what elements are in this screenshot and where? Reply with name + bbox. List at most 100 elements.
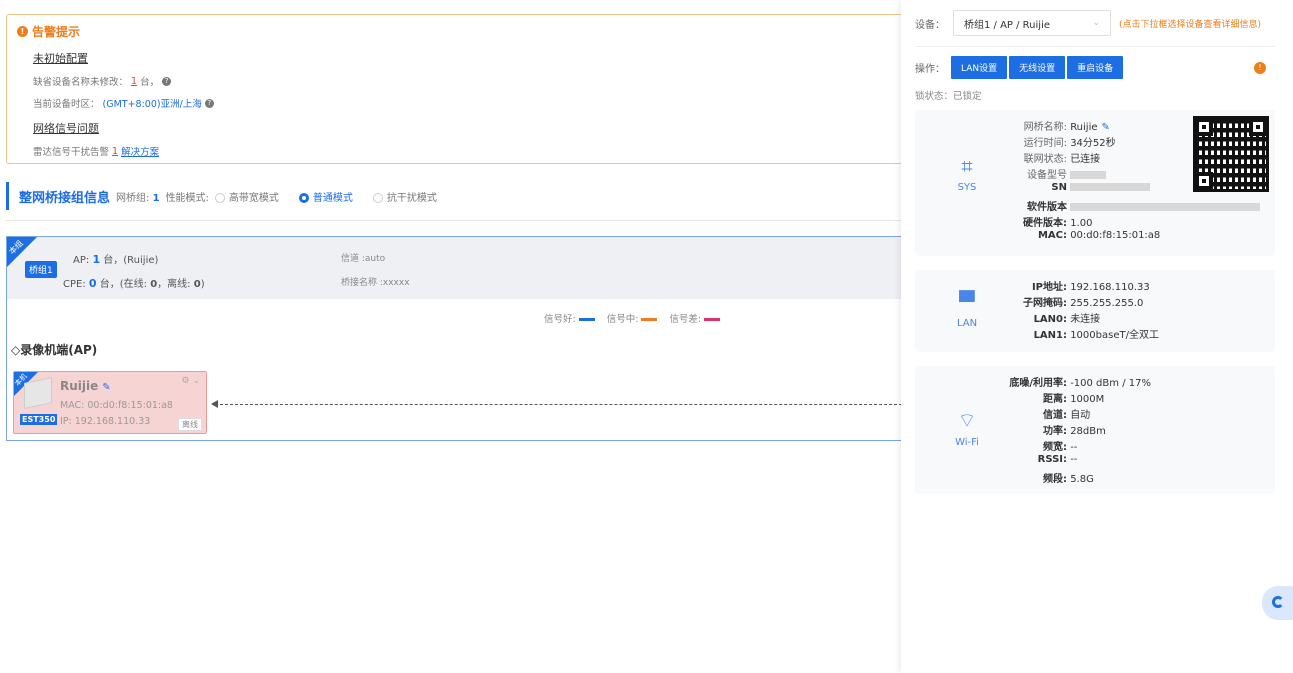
lan0-row: LAN0: 未连接 xyxy=(1033,314,1101,325)
noise-row: 底噪/利用率: -100 dBm / 17% xyxy=(1009,378,1151,389)
timezone-value: (GMT+8:00)亚洲/上海 xyxy=(102,99,202,110)
mode-radio-anti-interference[interactable]: 抗干扰模式 xyxy=(372,189,437,204)
ap-summary: AP: 1 台，(Ruijie) xyxy=(73,253,159,266)
uptime-row: 运行时间: 34分52秒 xyxy=(1023,138,1116,149)
device-model-badge: EST350 xyxy=(20,414,58,425)
legend-mid-swatch xyxy=(641,318,658,321)
device-label: 设备： xyxy=(915,19,945,31)
band-row: 频段: 5.8G xyxy=(1043,474,1094,485)
hardware-version-row: 硬件版本: 1.00 xyxy=(1023,218,1093,229)
operations-row: 操作： LAN设置 无线设置 重启设备 xyxy=(915,56,1124,79)
mode-label: 性能模式: xyxy=(165,192,209,204)
lan-port-icon: ▀ xyxy=(959,290,975,314)
reboot-device-button[interactable]: 重启设备 xyxy=(1067,56,1124,79)
warning-icon[interactable]: ! xyxy=(1254,62,1266,74)
redacted-value xyxy=(1070,183,1151,191)
ip-row: IP地址: 192.168.110.33 xyxy=(1031,282,1150,293)
divider xyxy=(6,220,926,221)
link-line xyxy=(215,404,927,405)
device-detail-panel: 设备： 桥组1 / AP / Ruijie ⌄ (点击下拉框选择设备查看详细信息… xyxy=(901,0,1293,673)
mode-radio-normal[interactable]: 普通模式 xyxy=(298,189,353,204)
wireless-settings-button[interactable]: 无线设置 xyxy=(1009,56,1066,79)
group-tag: 桥组1 xyxy=(25,261,57,278)
alert-title: ! 告警提示 xyxy=(17,23,915,40)
solution-link[interactable]: 解决方案 xyxy=(121,144,159,158)
warning-icon: ! xyxy=(17,26,28,37)
edit-icon[interactable]: ✎ xyxy=(1102,122,1110,133)
legend-bad: 信号差: xyxy=(669,311,721,325)
rssi-row: RSSI: -- xyxy=(1037,454,1078,465)
device-image-icon xyxy=(24,377,52,409)
robot-eye xyxy=(1272,596,1284,608)
bridge-name-row: 网桥名称: Ruijie ✎ xyxy=(1023,122,1110,133)
default-name-count-link[interactable]: 1 xyxy=(131,76,137,87)
bandwidth-row: 频宽: -- xyxy=(1043,442,1078,453)
software-version-row: 软件版本 xyxy=(985,198,1261,213)
alert-section-uninitialized: 未初始配置 xyxy=(33,52,88,65)
group-header: 整网桥接组信息 网桥组: 1 性能模式: 高带宽模式 普通模式 抗干扰模式 xyxy=(6,181,926,211)
alert-default-name-line: 缺省设备名称未修改： 1 台， ? xyxy=(33,74,915,88)
qr-code-icon xyxy=(1193,116,1269,192)
alert-timezone-line: 当前设备时区： (GMT+8:00)亚洲/上海 ? xyxy=(33,96,915,110)
redacted-value xyxy=(1070,203,1261,211)
bridge-name-info: 桥接名称 :xxxxx xyxy=(341,278,410,288)
mask-row: 子网掩码: 255.255.255.0 xyxy=(1023,298,1144,309)
model-row: 设备型号 xyxy=(985,166,1107,181)
bridge-group-row[interactable]: 本组 桥组1 AP: 1 台，(Ruijie) CPE: 0 台，(在线: 0，… xyxy=(7,237,925,299)
ap-section-label: ◇录像机端(AP) xyxy=(11,343,98,357)
help-icon[interactable]: ? xyxy=(204,98,214,108)
channel-info: 信道 :auto xyxy=(341,254,386,264)
header-accent-bar xyxy=(6,182,9,210)
redacted-value xyxy=(1070,171,1107,179)
lock-status: 锁状态：已锁定 xyxy=(915,91,982,102)
alert-radar-line: 雷达信号干扰告警 1 解决方案 xyxy=(33,144,160,159)
operations-label: 操作： xyxy=(915,64,945,75)
chevron-down-icon: ⌄ xyxy=(1092,18,1100,28)
sys-card-icon-group: ⌗ SYS xyxy=(945,154,989,193)
mode-radio-high-bandwidth[interactable]: 高带宽模式 xyxy=(214,189,279,204)
wifi-settings-icon: ⌔ xyxy=(957,408,977,432)
radio-icon[interactable] xyxy=(214,192,225,203)
lan-card-icon-group: ▀ LAN xyxy=(945,290,989,329)
device-name: Ruijie ✎ xyxy=(60,379,111,393)
legend-bad-swatch xyxy=(704,318,721,321)
wifi-card-icon-group: ⌔ Wi-Fi xyxy=(945,408,989,448)
radio-checked-icon[interactable] xyxy=(298,192,309,203)
assistant-robot-icon[interactable] xyxy=(1262,586,1293,620)
radio-icon[interactable] xyxy=(372,192,383,203)
lan1-row: LAN1: 1000baseT/全双工 xyxy=(1033,330,1159,341)
radar-count-link[interactable]: 1 xyxy=(112,146,118,157)
signal-legend: 信号好: 信号中: 信号差: xyxy=(544,311,721,325)
device-select-hint: (点击下拉框选择设备查看详细信息) xyxy=(1119,19,1262,30)
distance-row: 距离: 1000M xyxy=(1043,394,1105,405)
edit-icon[interactable]: ✎ xyxy=(102,382,110,393)
legend-good: 信号好: xyxy=(544,311,595,325)
help-icon[interactable]: ? xyxy=(162,76,172,86)
page-title: 整网桥接组信息 xyxy=(19,190,111,206)
device-select[interactable]: 桥组1 / AP / Ruijie ⌄ xyxy=(953,10,1111,36)
divider xyxy=(915,46,1275,47)
device-ip: IP: 192.168.110.33 xyxy=(60,416,151,427)
alert-section-signal: 网络信号问题 xyxy=(33,122,99,135)
cpe-summary: CPE: 0 台，(在线: 0，离线: 0) xyxy=(63,277,205,290)
legend-good-swatch xyxy=(578,318,595,321)
sys-card: ⌗ SYS 网桥名称: Ruijie ✎ 运行时间: 34分52秒 联网状态: 已… xyxy=(915,110,1275,256)
sn-row: SN xyxy=(985,182,1151,193)
device-mac: MAC: 00:d0:f8:15:01:a8 xyxy=(60,400,173,411)
gear-icon[interactable]: ⚙ ⌄ xyxy=(182,376,200,386)
bridge-group-count: 网桥组: 1 xyxy=(116,192,160,204)
device-card[interactable]: 本机 EST350 Ruijie ✎ MAC: 00:d0:f8:15:01:a8… xyxy=(13,371,207,434)
legend-mid: 信号中: xyxy=(607,311,658,325)
channel-row: 信道: 自动 xyxy=(1043,410,1091,421)
lan-settings-button[interactable]: LAN设置 xyxy=(951,56,1008,79)
wifi-card: ⌔ Wi-Fi 底噪/利用率: -100 dBm / 17% 距离: 1000M… xyxy=(915,366,1275,494)
device-select-row: 设备： 桥组1 / AP / Ruijie ⌄ (点击下拉框选择设备查看详细信息… xyxy=(915,10,1261,36)
bridge-group-container: 本组 桥组1 AP: 1 台，(Ruijie) CPE: 0 台，(在线: 0，… xyxy=(6,236,927,441)
lan-card: ▀ LAN IP地址: 192.168.110.33 子网掩码: 255.255… xyxy=(915,270,1275,352)
mac-row: MAC: 00:d0:f8:15:01:a8 xyxy=(1037,230,1161,241)
power-row: 功率: 28dBm xyxy=(1043,426,1106,437)
chip-icon: ⌗ xyxy=(961,154,973,178)
net-status-row: 联网状态: 已连接 xyxy=(1023,154,1101,165)
status-badge: 离线 xyxy=(178,418,202,431)
alert-panel: ! 告警提示 未初始配置 缺省设备名称未修改： 1 台， ? 当前设备时区： (… xyxy=(6,14,926,164)
